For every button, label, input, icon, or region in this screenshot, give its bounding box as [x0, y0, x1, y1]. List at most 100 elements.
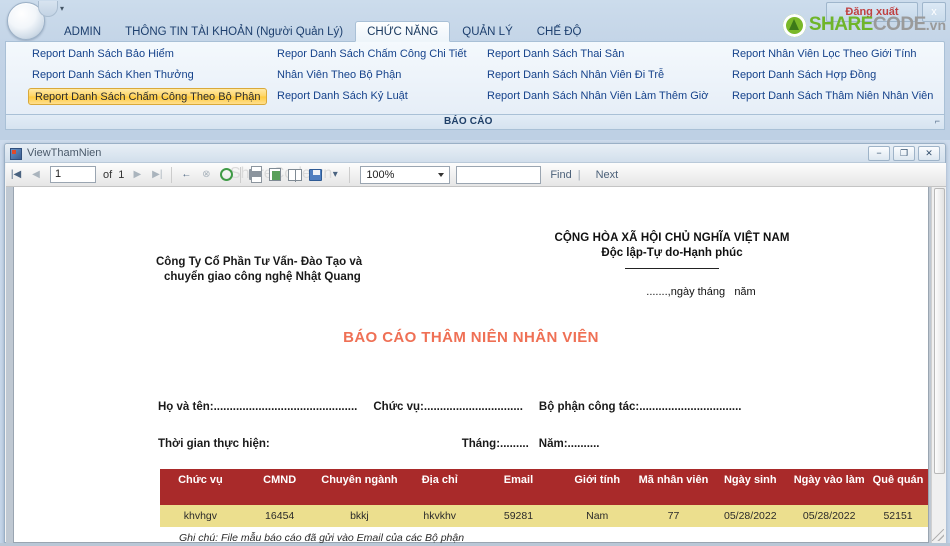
ribbon-column-1: Report Danh Sách Bảo Hiểm Report Danh Sá… [6, 45, 268, 109]
refresh-icon[interactable] [217, 165, 235, 184]
toolbar-separator-3 [349, 166, 351, 183]
next-page-icon[interactable]: ▶ [128, 165, 146, 184]
cell-ngay-vao-lam: 05/28/2022 [790, 505, 869, 527]
ribbon-item-cham-cong-theo-bo-phan[interactable]: Report Danh Sách Chấm Công Theo Bộ Phận [28, 88, 268, 105]
close-application-button[interactable]: x [922, 2, 946, 22]
of-label: of [103, 168, 113, 181]
find-next-button[interactable]: Next [596, 169, 619, 181]
application-window: ▾ ADMIN THÔNG TIN TÀI KHOẢN (Người Quản … [0, 0, 950, 546]
stop-icon[interactable]: ⊗ [197, 165, 215, 184]
tab-chuc-nang[interactable]: CHỨC NĂNG [355, 21, 451, 42]
report-note: Ghi chú: File mẫu báo cáo đã gửi vào Ema… [179, 532, 465, 543]
column-header-ngay-sinh: Ngày sinh [710, 469, 791, 505]
page-number-input[interactable]: 1 [50, 166, 96, 183]
ribbon-item-cham-cong-chi-tiet[interactable]: Repor Danh Sách Chấm Công Chi Tiết [273, 45, 467, 62]
toolbar-separator-2 [240, 166, 242, 183]
page-setup-icon[interactable] [266, 165, 284, 184]
report-vertical-scrollbar[interactable] [931, 187, 946, 543]
field-fullname: Họ và tên:..............................… [158, 401, 358, 413]
report-page: Công Ty Cổ Phần Tư Vấn- Đào Tạo và chuyể… [13, 187, 929, 543]
cell-chuc-vu: khvhgv [160, 505, 241, 527]
ribbon-item-nhan-vien-theo-bo-phan[interactable]: Nhân Viên Theo Bộ Phận [273, 66, 461, 83]
field-year: Năm:.......... [538, 438, 600, 450]
column-header-gioi-tinh: Giới tính [557, 469, 637, 505]
ribbon-item-thai-san[interactable]: Report Danh Sách Thai Sản [483, 45, 706, 62]
find-button[interactable]: Find [550, 169, 571, 181]
field-position: Chức vụ:............................... [373, 401, 523, 413]
cell-cmnd: 16454 [240, 505, 319, 527]
first-page-icon[interactable]: |◀ [7, 165, 25, 184]
logout-button[interactable]: Đăng xuất [826, 2, 918, 22]
minimize-button[interactable]: − [868, 146, 890, 161]
cell-que-quan: 52151 [868, 505, 928, 527]
ribbon-item-khen-thuong[interactable]: Report Danh Sách Khen Thưởng [28, 66, 251, 83]
cell-chuyen-nganh: bkkj [318, 505, 401, 527]
tab-che-do[interactable]: CHẾ ĐỘ [525, 21, 594, 42]
export-dropdown-chevron-down-icon[interactable]: ▾ [326, 165, 344, 184]
ribbon-column-3: Report Danh Sách Thai Sản Report Danh Sá… [461, 45, 708, 109]
nation-line-2: Độc lập-Tự do-Hạnh phúc [601, 247, 743, 259]
company-header: Công Ty Cổ Phần Tư Vấn- Đào Tạo và chuyể… [156, 255, 396, 285]
ribbon-columns: Report Danh Sách Bảo Hiểm Report Danh Sá… [6, 45, 944, 109]
cell-gioi-tinh: Nam [557, 505, 637, 527]
cell-email: 59281 [479, 505, 558, 527]
chevron-down-icon[interactable]: ▾ [60, 5, 64, 13]
chevron-down-icon [438, 172, 445, 177]
ribbon-item-hop-dong[interactable]: Report Danh Sách Hợp Đồng [728, 66, 944, 83]
window-buttons: − ❐ ✕ [868, 146, 940, 161]
zoom-value: 100% [366, 168, 395, 181]
ribbon-item-ky-luat[interactable]: Report Danh Sách Kỷ Luật [273, 87, 461, 104]
ribbon-column-4: Report Nhân Viên Lọc Theo Giới Tính Repo… [706, 45, 944, 109]
report-window-title: ViewThamNien [27, 147, 102, 159]
date-line: .......,ngày tháng năm [646, 286, 756, 298]
ribbon-item-tham-nien-nhan-vien[interactable]: Report Danh Sách Thâm Niên Nhân Viên [728, 87, 944, 104]
column-header-que-quan: Quê quán [868, 469, 928, 505]
ribbon-item-loc-theo-gioi-tinh[interactable]: Report Nhân Viên Lọc Theo Giới Tính [728, 45, 944, 62]
header-divider [625, 268, 719, 269]
ribbon-item-nhan-vien-di-tre[interactable]: Report Danh Sách Nhân Viên Đi Trễ [483, 66, 706, 83]
table-header-row: Chức vụ CMND Chuyên ngành Địa chỉ Email … [160, 469, 928, 505]
report-canvas: Công Ty Cổ Phần Tư Vấn- Đào Tạo và chuyể… [6, 187, 946, 543]
ribbon-panel: Report Danh Sách Bảo Hiểm Report Danh Sá… [5, 41, 945, 115]
close-window-button[interactable]: ✕ [918, 146, 940, 161]
field-department: Bộ phận công tác:.......................… [538, 401, 742, 413]
export-save-icon[interactable] [306, 165, 324, 184]
cell-dia-chi: hkvkhv [400, 505, 480, 527]
zoom-select[interactable]: 100% [360, 165, 451, 184]
cell-ngay-sinh: 05/28/2022 [710, 505, 791, 527]
resize-grip[interactable] [932, 529, 944, 541]
tab-thong-tin-tai-khoan[interactable]: THÔNG TIN TÀI KHOẢN (Người Quản Lý) [113, 21, 355, 42]
column-header-email: Email [479, 469, 558, 505]
column-header-ma-nhan-vien: Mã nhân viên [636, 469, 711, 505]
company-line-2: chuyển giao công nghệ Nhật Quang [164, 271, 361, 283]
scrollbar-thumb[interactable] [934, 188, 945, 474]
nation-line-1: CỘNG HÒA XÃ HỘI CHỦ NGHĨA VIỆT NAM [554, 232, 790, 244]
previous-page-icon[interactable]: ◀ [27, 165, 45, 184]
dialog-launcher-icon[interactable]: ⌐ [935, 117, 940, 126]
ribbon-item-lam-them-gio[interactable]: Report Danh Sách Nhân Viên Làm Thêm Giờ [483, 87, 708, 104]
restore-button[interactable]: ❐ [893, 146, 915, 161]
ribbon: ▾ ADMIN THÔNG TIN TÀI KHOẢN (Người Quản … [0, 0, 950, 140]
tab-admin[interactable]: ADMIN [52, 21, 113, 42]
tab-quan-ly[interactable]: QUẢN LÝ [450, 21, 525, 42]
toolbar-separator-1 [171, 166, 173, 183]
find-separator: | [577, 168, 581, 181]
field-month: Tháng:......... [461, 438, 529, 450]
total-pages-label: 1 [118, 168, 125, 181]
column-header-cmnd: CMND [240, 469, 319, 505]
qat-bump [38, 1, 58, 17]
print-icon[interactable] [246, 165, 264, 184]
last-page-icon[interactable]: ▶| [148, 165, 166, 184]
form-icon [10, 148, 22, 160]
column-header-chuc-vu: Chức vụ [160, 469, 241, 505]
print-layout-icon[interactable] [286, 165, 304, 184]
report-title: BÁO CÁO THÂM NIÊN NHÂN VIÊN [343, 329, 599, 346]
quick-access-toolbar[interactable]: ▾ [38, 1, 68, 18]
find-input[interactable] [456, 165, 542, 184]
column-header-chuyen-nganh: Chuyên ngành [318, 469, 401, 505]
field-period: Thời gian thực hiện: [158, 438, 270, 450]
ribbon-tabstrip: ADMIN THÔNG TIN TÀI KHOẢN (Người Quản Lý… [52, 20, 593, 42]
back-arrow-icon[interactable]: ← [177, 165, 195, 184]
ribbon-group-title: BÁO CÁO [444, 116, 493, 127]
ribbon-item-bao-hiem[interactable]: Report Danh Sách Bảo Hiểm [28, 45, 251, 62]
